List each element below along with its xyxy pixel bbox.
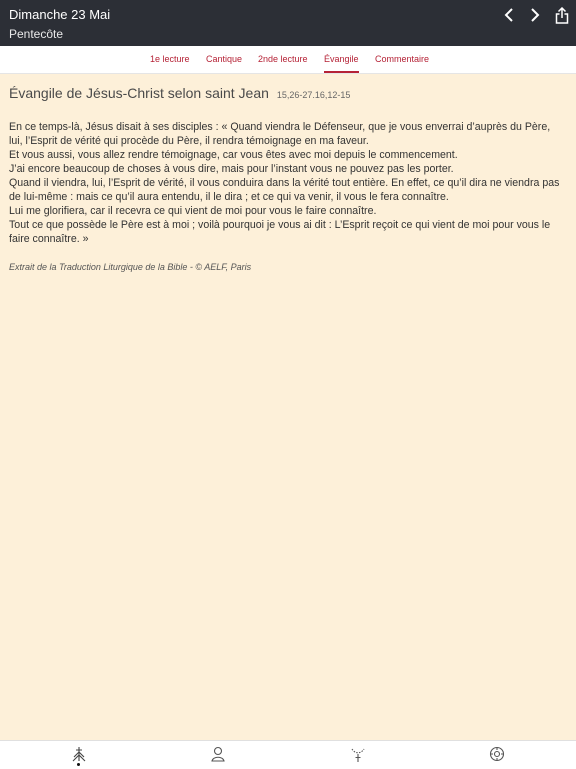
bottom-tab-settings[interactable] [488,745,506,763]
copyright-credit: Extrait de la Traduction Liturgique de l… [9,262,252,272]
next-day-button[interactable] [523,5,547,25]
feast-subtitle: Pentecôte [9,27,64,41]
bottom-tab-prayer[interactable] [209,745,227,763]
prayer-person-icon [211,746,225,762]
share-icon [555,6,569,24]
reading-heading: Évangile de Jésus-Christ selon saint Jea… [9,84,564,104]
share-button[interactable] [550,5,574,25]
reading-content: Évangile de Jésus-Christ selon saint Jea… [9,84,564,272]
chevron-right-icon [531,8,540,22]
reading-reference: 15,26-27.16,12-15 [276,90,351,100]
tab-commentaire[interactable]: Commentaire [375,46,429,73]
reading-text: En ce temps-là, Jésus disait à ses disci… [9,120,564,246]
previous-day-button[interactable] [497,5,521,25]
active-tab-indicator [77,763,80,766]
tab-evangile[interactable]: Évangile [324,46,359,73]
verse-paragraph: En ce temps-là, Jésus disait à ses disci… [9,121,551,147]
bottom-tab-readings[interactable] [70,745,88,763]
verse-paragraph: Quand il viendra, lui, l’Esprit de vérit… [9,177,560,203]
tab-seconde-lecture[interactable]: 2nde lecture [258,46,308,73]
reading-tabs: 1e lecture Cantique 2nde lecture Évangil… [0,46,576,74]
chevron-left-icon [504,8,513,22]
bottom-tab-bar [0,740,576,769]
readings-icon [72,747,86,762]
rosary-icon [351,748,365,762]
verse-paragraph: J’ai encore beaucoup de choses à vous di… [9,163,454,175]
bottom-tab-rosary[interactable] [349,745,367,763]
verse-paragraph: Et vous aussi, vous allez rendre témoign… [9,149,458,161]
tab-premiere-lecture[interactable]: 1e lecture [150,46,190,73]
top-header: Dimanche 23 Mai Pentecôte [0,0,576,46]
reading-title: Évangile de Jésus-Christ selon saint Jea… [9,85,269,101]
settings-icon [489,746,505,762]
date-title: Dimanche 23 Mai [9,7,111,22]
verse-paragraph: Lui me glorifiera, car il recevra ce qui… [9,205,377,217]
verse-paragraph: Tout ce que possède le Père est à moi ; … [9,219,551,245]
tab-cantique[interactable]: Cantique [206,46,242,73]
